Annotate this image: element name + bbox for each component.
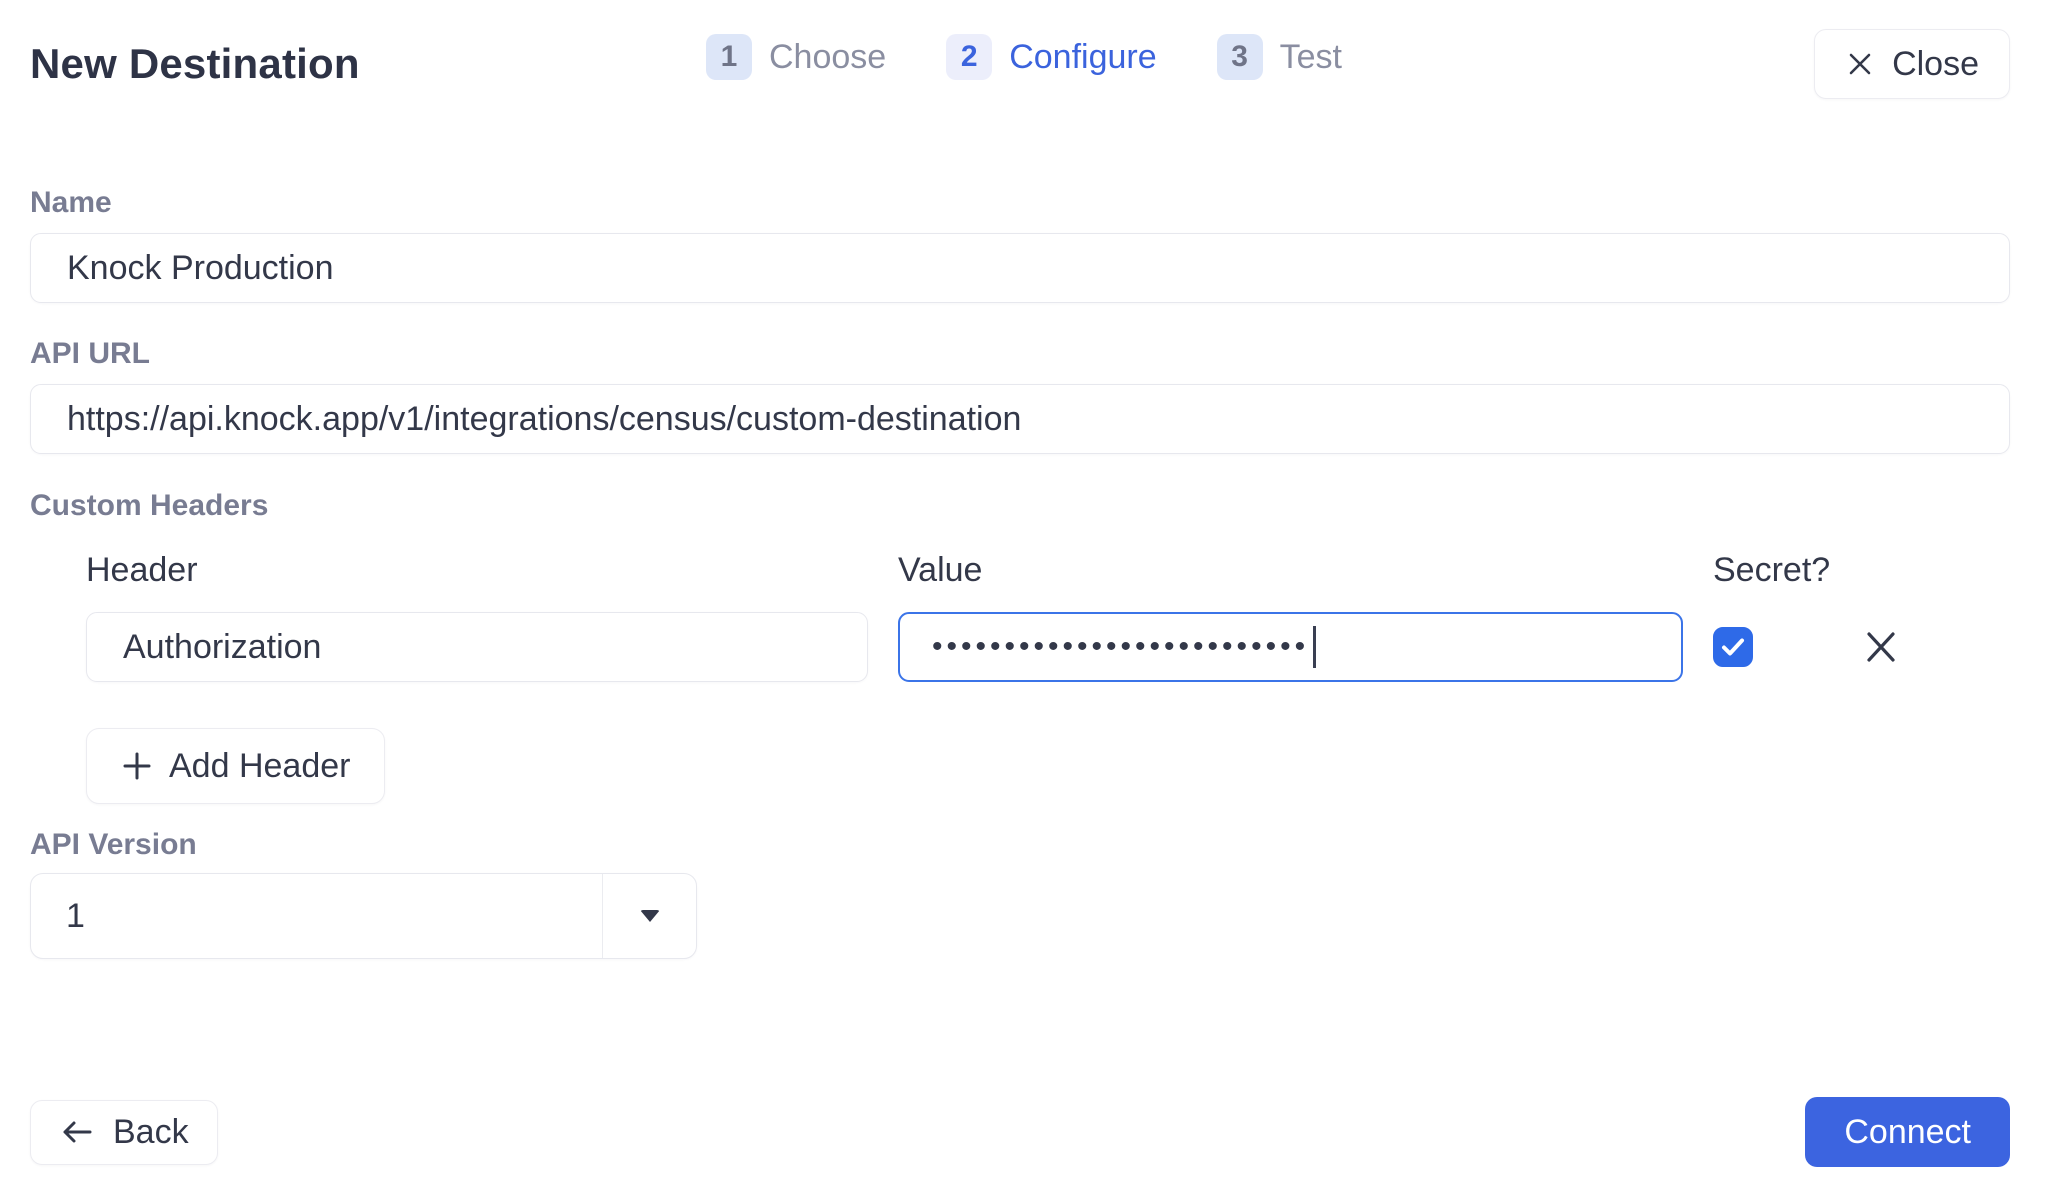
api-version-label: API Version bbox=[30, 828, 2010, 862]
close-button[interactable]: Close bbox=[1814, 29, 2010, 99]
header-value-input[interactable]: •••••••••••••••••••••••••• bbox=[898, 612, 1683, 682]
api-url-label: API URL bbox=[30, 337, 2010, 371]
modal-header: New Destination 1 Choose 2 Configure 3 T… bbox=[0, 0, 2048, 100]
delete-icon bbox=[1862, 628, 1900, 666]
step-number-badge: 3 bbox=[1217, 34, 1263, 80]
custom-headers-table: Header Value Secret? •••••••••••••••••••… bbox=[86, 551, 2010, 682]
delete-header-row-button[interactable] bbox=[1861, 627, 1901, 667]
checkmark-icon bbox=[1721, 637, 1745, 657]
value-column-label: Value bbox=[898, 551, 1683, 590]
masked-value-dots: •••••••••••••••••••••••••• bbox=[932, 632, 1309, 662]
step-label: Choose bbox=[769, 38, 886, 77]
plus-icon bbox=[121, 750, 153, 782]
step-test[interactable]: 3 Test bbox=[1217, 34, 1342, 80]
chevron-down-icon bbox=[640, 910, 660, 922]
secret-checkbox[interactable] bbox=[1713, 627, 1753, 667]
add-header-label: Add Header bbox=[169, 747, 350, 786]
arrow-left-icon bbox=[59, 1119, 95, 1145]
close-button-label: Close bbox=[1892, 45, 1979, 84]
modal-footer: Back Connect bbox=[30, 1097, 2010, 1167]
header-name-input[interactable] bbox=[86, 612, 868, 682]
step-configure[interactable]: 2 Configure bbox=[946, 34, 1156, 80]
step-label: Test bbox=[1280, 38, 1342, 77]
connect-button[interactable]: Connect bbox=[1805, 1097, 2010, 1167]
api-version-selected-value: 1 bbox=[31, 874, 603, 958]
step-choose[interactable]: 1 Choose bbox=[706, 34, 886, 80]
header-column-label: Header bbox=[86, 551, 868, 590]
add-header-button[interactable]: Add Header bbox=[86, 728, 385, 804]
api-version-dropdown-toggle[interactable] bbox=[603, 874, 696, 958]
back-button-label: Back bbox=[113, 1113, 189, 1152]
api-url-input[interactable] bbox=[30, 384, 2010, 454]
step-label: Configure bbox=[1009, 38, 1156, 77]
close-icon bbox=[1845, 49, 1875, 79]
step-number-badge: 1 bbox=[706, 34, 752, 80]
secret-column-label: Secret? bbox=[1713, 551, 1831, 590]
name-input[interactable] bbox=[30, 233, 2010, 303]
configure-form: Name API URL Custom Headers Header Value… bbox=[0, 186, 2048, 959]
stepper: 1 Choose 2 Configure 3 Test bbox=[706, 34, 1342, 80]
step-number-badge: 2 bbox=[946, 34, 992, 80]
custom-headers-label: Custom Headers bbox=[30, 489, 2010, 523]
name-label: Name bbox=[30, 186, 2010, 220]
back-button[interactable]: Back bbox=[30, 1100, 218, 1165]
page-title: New Destination bbox=[30, 40, 360, 88]
api-version-select[interactable]: 1 bbox=[30, 873, 697, 959]
text-cursor bbox=[1313, 626, 1316, 668]
